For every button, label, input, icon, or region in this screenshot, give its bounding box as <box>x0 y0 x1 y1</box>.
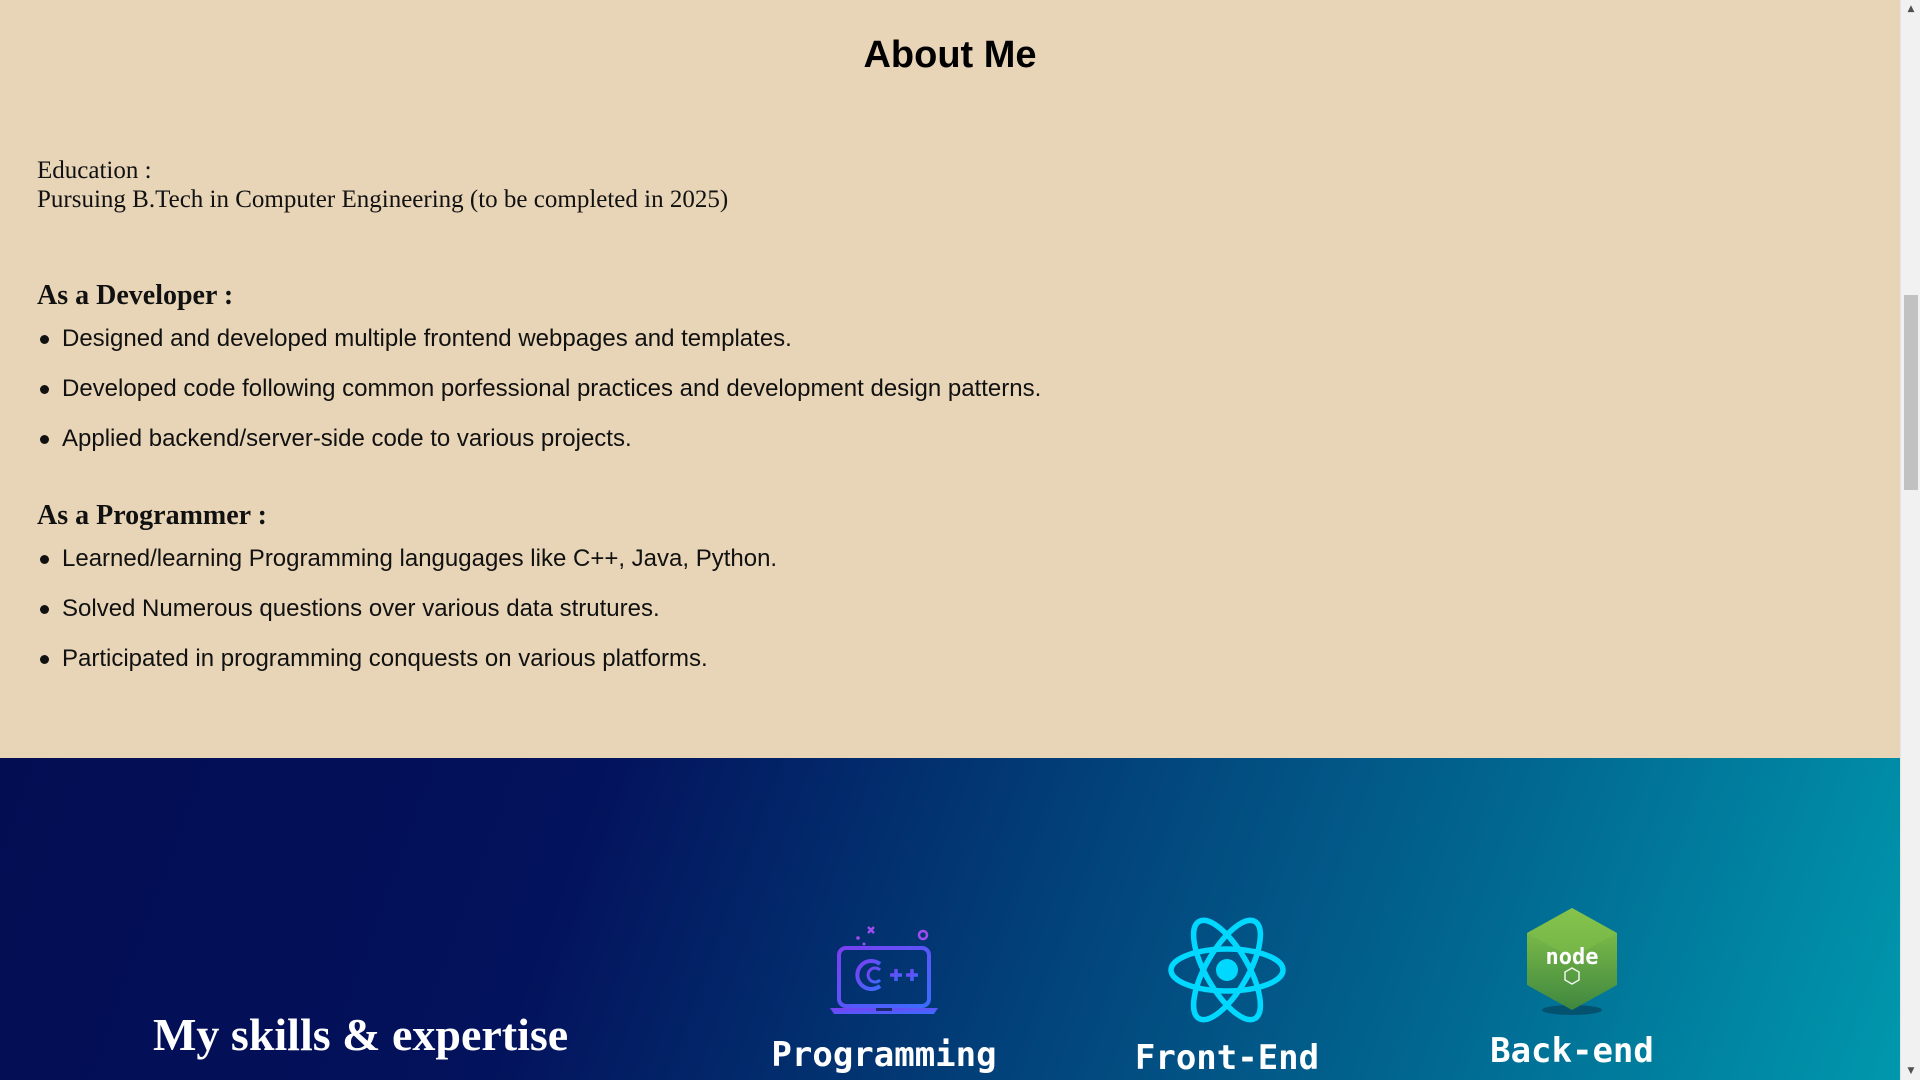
cpp-laptop-icon <box>830 926 938 1014</box>
skill-label-back-end: Back-end <box>1490 1031 1654 1071</box>
list-item-text: Developed code following common porfessi… <box>62 375 1042 402</box>
nodejs-logo-text: node <box>1546 945 1599 970</box>
react-icon <box>1168 917 1286 1023</box>
bullet-icon <box>40 335 49 344</box>
list-item-text: Applied backend/server-side code to vari… <box>62 425 632 452</box>
scroll-down-icon[interactable]: ▼ <box>1901 1062 1920 1080</box>
education-block: Education : Pursuing B.Tech in Computer … <box>37 156 728 214</box>
vertical-scrollbar[interactable]: ▲ ▼ <box>1900 0 1920 1080</box>
list-item-text: Learned/learning Programming langugages … <box>62 545 778 572</box>
list-item: Designed and developed multiple frontend… <box>37 325 1041 375</box>
skill-card-programming: Programming <box>744 758 1024 1080</box>
education-label: Education : <box>37 157 152 184</box>
page-viewport: About Me Education : Pursuing B.Tech in … <box>0 0 1900 1080</box>
developer-heading: As a Developer : <box>37 280 234 311</box>
list-item-text: Designed and developed multiple frontend… <box>62 325 792 352</box>
bullet-icon <box>40 655 49 664</box>
skill-card-back-end: node Back-end <box>1432 758 1712 1080</box>
developer-list: Designed and developed multiple frontend… <box>37 325 1041 475</box>
bullet-icon <box>40 435 49 444</box>
skill-card-front-end: Front-End <box>1087 758 1367 1080</box>
scroll-up-icon[interactable]: ▲ <box>1901 0 1920 18</box>
scroll-thumb[interactable] <box>1904 295 1918 490</box>
list-item: Learned/learning Programming langugages … <box>37 545 777 595</box>
programmer-list: Learned/learning Programming langugages … <box>37 545 777 695</box>
skill-label-front-end: Front-End <box>1134 1038 1320 1078</box>
list-item: Participated in programming conquests on… <box>37 645 777 695</box>
about-title: About Me <box>863 34 1037 76</box>
list-item: Developed code following common porfessi… <box>37 375 1041 425</box>
list-item: Solved Numerous questions over various d… <box>37 595 777 645</box>
skills-title: My skills & expertise <box>153 1009 569 1060</box>
bullet-icon <box>40 555 49 564</box>
nodejs-icon: node <box>1527 908 1617 1015</box>
skills-section: My skills & expertise Programming Front-… <box>0 758 1900 1080</box>
education-text: Pursuing B.Tech in Computer Engineering … <box>37 186 729 213</box>
list-item: Applied backend/server-side code to vari… <box>37 425 1041 475</box>
bullet-icon <box>40 385 49 394</box>
list-item-text: Solved Numerous questions over various d… <box>62 595 660 622</box>
about-section: About Me Education : Pursuing B.Tech in … <box>0 0 1900 758</box>
programmer-heading: As a Programmer : <box>37 500 267 531</box>
list-item-text: Participated in programming conquests on… <box>62 645 708 672</box>
bullet-icon <box>40 605 49 614</box>
skill-label-programming: Programming <box>771 1035 997 1075</box>
